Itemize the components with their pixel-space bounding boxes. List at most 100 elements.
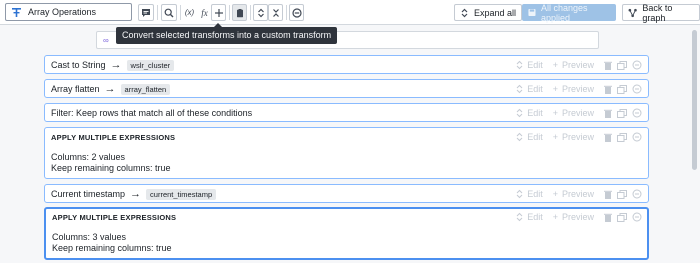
duplicate-icon[interactable] [617, 189, 627, 199]
remove-circle-icon[interactable] [632, 60, 642, 70]
trash-icon[interactable] [604, 190, 612, 199]
transform-card-array-flatten[interactable]: Array flatten → array_flatten Edit + Prev… [44, 79, 649, 98]
transform-card-current-timestamp[interactable]: Current timestamp → current_timestamp Ed… [44, 184, 649, 203]
columns-count: Columns: 3 values [52, 232, 127, 242]
collapse-icon [272, 8, 279, 17]
arrow-right-icon: → [130, 188, 142, 200]
transform-actions: Edit + Preview [506, 187, 642, 201]
remove-button[interactable] [289, 4, 304, 21]
keep-remaining-columns: Keep remaining columns: true [52, 243, 172, 253]
edit-button[interactable]: Edit [516, 108, 543, 118]
transform-details: Columns: 2 values Keep remaining columns… [51, 152, 171, 174]
edit-button[interactable]: Edit [516, 84, 543, 94]
remove-circle-icon [291, 7, 302, 18]
duplicate-icon[interactable] [617, 108, 627, 118]
transform-title-row: APPLY MULTIPLE EXPRESSIONS [52, 213, 176, 222]
transform-title-row: Array flatten → array_flatten [51, 83, 171, 95]
remove-circle-icon[interactable] [632, 108, 642, 118]
expand-all-button[interactable]: Expand all [454, 4, 523, 21]
toolbar-divider [286, 5, 287, 20]
function-icon: fx [201, 7, 208, 18]
plus-icon: + [552, 60, 558, 70]
transform-title: APPLY MULTIPLE EXPRESSIONS [51, 133, 176, 142]
double-caret-icon [516, 212, 523, 222]
search-icon [164, 8, 174, 17]
function-button[interactable]: fx [198, 4, 211, 21]
toolbar-divider [229, 5, 230, 20]
keep-remaining-columns: Keep remaining columns: true [51, 163, 171, 173]
preview-button[interactable]: + Preview [553, 60, 594, 70]
trash-icon[interactable] [604, 85, 612, 94]
graph-icon [628, 8, 637, 17]
remove-circle-icon[interactable] [632, 189, 642, 199]
pipeline-path-input[interactable]: Array Operations [5, 3, 132, 21]
clipboard-icon [236, 8, 243, 17]
edit-button[interactable]: Edit [516, 132, 543, 142]
double-caret-icon [516, 60, 523, 70]
columns-count: Columns: 2 values [51, 152, 126, 162]
transform-title: Filter: Keep rows that match all of thes… [51, 108, 253, 118]
all-changes-applied-button[interactable]: All changes applied [522, 3, 616, 23]
output-column-tag: current_timestamp [146, 188, 217, 200]
duplicate-icon[interactable] [617, 132, 627, 142]
preview-button[interactable]: + Preview [553, 132, 594, 142]
tooltip-text: Convert selected transforms into a custo… [122, 30, 332, 40]
edit-button[interactable]: Edit [516, 60, 543, 70]
transform-card-filter[interactable]: Filter: Keep rows that match all of thes… [44, 103, 649, 122]
preview-button[interactable]: + Preview [553, 108, 594, 118]
remove-circle-icon[interactable] [632, 84, 642, 94]
transform-actions: Edit + Preview [506, 82, 642, 96]
scrollbar[interactable] [692, 30, 697, 170]
arrow-right-icon: → [110, 59, 122, 71]
transform-title-row: Filter: Keep rows that match all of thes… [51, 108, 252, 118]
plus-icon: + [552, 189, 558, 199]
toolbar-divider [180, 5, 181, 20]
double-caret-vertical-icon [257, 8, 264, 17]
transform-title: Current timestamp [51, 189, 126, 199]
transform-title: Array flatten [51, 84, 100, 94]
preview-button[interactable]: + Preview [553, 212, 594, 222]
preview-button[interactable]: + Preview [553, 84, 594, 94]
transform-title-row: Cast to String → wslr_cluster [51, 59, 175, 71]
toolbar-divider [250, 5, 251, 20]
remove-circle-icon[interactable] [632, 212, 642, 222]
trash-icon[interactable] [604, 213, 612, 222]
remove-circle-icon[interactable] [632, 132, 642, 142]
expand-vertical-button[interactable] [253, 4, 268, 21]
transform-title: Cast to String [51, 60, 106, 70]
back-to-graph-button[interactable]: Back to graph [622, 2, 700, 23]
edit-button[interactable]: Edit [516, 212, 543, 222]
duplicate-icon[interactable] [617, 84, 627, 94]
clipboard-button[interactable] [232, 4, 247, 21]
variable-button[interactable]: (x) [182, 4, 197, 21]
double-caret-icon [516, 84, 523, 94]
comment-icon [142, 8, 150, 17]
collapse-vertical-button[interactable] [268, 4, 283, 21]
plus-icon [214, 8, 223, 17]
transform-title-row: APPLY MULTIPLE EXPRESSIONS [51, 133, 175, 142]
expand-all-label: Expand all [474, 7, 517, 18]
edit-button[interactable]: Edit [516, 189, 543, 199]
output-column-tag: wslr_cluster [126, 59, 175, 71]
duplicate-icon[interactable] [617, 212, 627, 222]
trash-icon[interactable] [604, 133, 612, 142]
path-icon [10, 6, 22, 18]
save-icon [528, 8, 536, 17]
duplicate-icon[interactable] [617, 60, 627, 70]
expand-icon [461, 8, 468, 17]
transform-actions: Edit + Preview [506, 106, 642, 120]
transform-actions: Edit + Preview [506, 210, 642, 224]
back-to-graph-label: Back to graph [642, 2, 673, 23]
add-transform-button[interactable] [211, 4, 226, 21]
variable-icon: (x) [184, 8, 195, 17]
zoom-button[interactable] [161, 4, 177, 21]
preview-button[interactable]: + Preview [553, 189, 594, 199]
comment-button[interactable] [138, 4, 154, 21]
transform-details: Columns: 3 values Keep remaining columns… [52, 232, 172, 254]
link-icon: ∞ [103, 36, 109, 45]
trash-icon[interactable] [604, 109, 612, 118]
transform-card-cast-to-string[interactable]: Cast to String → wslr_cluster Edit + Prev… [44, 55, 649, 74]
trash-icon[interactable] [604, 61, 612, 70]
transform-card-apply-multiple-expressions[interactable]: APPLY MULTIPLE EXPRESSIONS Columns: 2 va… [44, 127, 649, 179]
transform-card-apply-multiple-expressions-selected[interactable]: APPLY MULTIPLE EXPRESSIONS Columns: 3 va… [44, 207, 649, 260]
